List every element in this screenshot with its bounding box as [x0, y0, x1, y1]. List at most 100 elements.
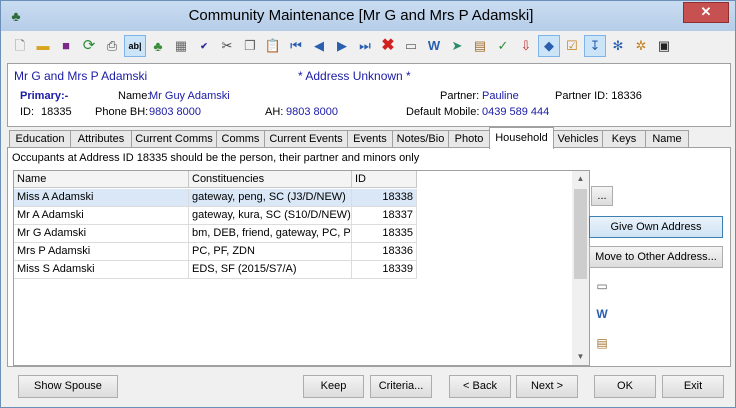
card-icon[interactable]: ▭: [400, 35, 422, 57]
next-button[interactable]: Next >: [516, 375, 578, 398]
table-row[interactable]: Mr A Adamski gateway, kura, SC (S10/D/NE…: [14, 207, 417, 225]
tab-name[interactable]: Name: [645, 130, 689, 148]
cell-constituencies: gateway, kura, SC (S10/D/NEW): [189, 207, 352, 225]
send-icon[interactable]: ➤: [446, 35, 468, 57]
people-icon[interactable]: ✲: [630, 35, 652, 57]
tab-current-events[interactable]: Current Events: [264, 130, 348, 148]
tab-notes-bio[interactable]: Notes/Bio: [392, 130, 449, 148]
cell-id: 18338: [352, 189, 417, 207]
name-label: Name:: [118, 90, 151, 102]
close-button[interactable]: ✕: [683, 2, 729, 23]
tree-icon[interactable]: ♣: [147, 35, 169, 57]
print-icon[interactable]: ⎙: [101, 35, 123, 57]
cut-icon[interactable]: ✂: [216, 35, 238, 57]
group-icon[interactable]: ✻: [607, 35, 629, 57]
show-spouse-button[interactable]: Show Spouse: [18, 375, 118, 398]
card-icon[interactable]: ▭: [594, 278, 610, 294]
cell-name: Miss A Adamski: [14, 189, 189, 207]
ah-value: 9803 8000: [286, 106, 338, 118]
column-header-id[interactable]: ID: [352, 171, 417, 188]
last-record-icon[interactable]: ⏭: [354, 35, 376, 57]
scroll-down-icon[interactable]: ▼: [572, 349, 589, 365]
phone-bh-value: 9803 8000: [149, 106, 201, 118]
give-own-address-button[interactable]: Give Own Address: [589, 216, 723, 238]
table-row[interactable]: Miss S Adamski EDS, SF (2015/S7/A) 18339: [14, 261, 417, 279]
primary-label: Primary:-: [20, 90, 69, 102]
tab-current-comms[interactable]: Current Comms: [131, 130, 217, 148]
word-icon[interactable]: W: [423, 35, 445, 57]
ellipsis-button[interactable]: ...: [591, 186, 613, 206]
toolbar: 🗋 ▬ ■ ⟳ ⎙ ab| ♣ ▦ ✔ ✂ ❐ 📋 ⏮ ◀ ▶ ⏭ ✖ ▭ W …: [5, 33, 731, 61]
move-to-other-address-button[interactable]: Move to Other Address...: [589, 246, 723, 268]
exit-icon[interactable]: ▣: [653, 35, 675, 57]
tab-attributes[interactable]: Attributes: [70, 130, 132, 148]
window-title: Community Maintenance [Mr G and Mrs P Ad…: [188, 7, 534, 24]
tag-icon[interactable]: ◆: [538, 35, 560, 57]
ah-label: AH:: [265, 106, 284, 118]
tab-vehicles[interactable]: Vehicles: [553, 130, 603, 148]
cell-id: 18337: [352, 207, 417, 225]
exit-button[interactable]: Exit: [662, 375, 724, 398]
cell-constituencies: EDS, SF (2015/S7/A): [189, 261, 352, 279]
cell-name: Mrs P Adamski: [14, 243, 189, 261]
checklist-icon[interactable]: ☑: [561, 35, 583, 57]
save-icon[interactable]: ■: [55, 35, 77, 57]
delete-icon[interactable]: ✖: [377, 35, 399, 57]
refresh-icon[interactable]: ⟳: [78, 35, 100, 57]
criteria-button[interactable]: Criteria...: [370, 375, 432, 398]
next-record-icon[interactable]: ▶: [331, 35, 353, 57]
copy-icon[interactable]: ❐: [239, 35, 261, 57]
calculator-icon[interactable]: ▦: [170, 35, 192, 57]
spell-check-icon[interactable]: ✔: [193, 35, 215, 57]
tab-household[interactable]: Household: [489, 127, 554, 149]
download-icon[interactable]: ⇩: [515, 35, 537, 57]
tab-photo[interactable]: Photo: [448, 130, 490, 148]
cell-id: 18336: [352, 243, 417, 261]
community-maintenance-window: ♣ Community Maintenance [Mr G and Mrs P …: [0, 0, 736, 408]
ok-button[interactable]: OK: [594, 375, 656, 398]
clipboard-icon[interactable]: ▤: [469, 35, 491, 57]
tab-education[interactable]: Education: [9, 130, 71, 148]
title-bar: ♣ Community Maintenance [Mr G and Mrs P …: [1, 1, 735, 31]
scroll-up-icon[interactable]: ▲: [572, 171, 589, 187]
cell-id: 18335: [352, 225, 417, 243]
text-field-icon[interactable]: ab|: [124, 35, 146, 57]
grid-vertical-scrollbar[interactable]: ▲ ▼: [572, 171, 589, 365]
tab-strip: Education Attributes Current Comms Comms…: [7, 127, 729, 149]
first-record-icon[interactable]: ⏮: [285, 35, 307, 57]
partner-value: Pauline: [482, 90, 519, 102]
cell-constituencies: PC, PF, ZDN: [189, 243, 352, 261]
new-icon[interactable]: 🗋: [9, 35, 31, 57]
column-header-constituencies[interactable]: Constituencies: [189, 171, 352, 188]
occupants-grid: Name Constituencies ID Miss A Adamski ga…: [13, 170, 590, 366]
partner-id: Partner ID: 18336: [555, 90, 642, 102]
table-row[interactable]: Mrs P Adamski PC, PF, ZDN 18336: [14, 243, 417, 261]
phone-bh-label: Phone BH:: [95, 106, 149, 118]
clipboard-icon[interactable]: ▤: [594, 335, 610, 351]
tab-keys[interactable]: Keys: [602, 130, 646, 148]
mobile-label: Default Mobile:: [406, 106, 480, 118]
cell-id: 18339: [352, 261, 417, 279]
approve-icon[interactable]: ✓: [492, 35, 514, 57]
partner-label: Partner:: [440, 90, 480, 102]
table-row[interactable]: Mr G Adamski bm, DEB, friend, gateway, P…: [14, 225, 417, 243]
back-button[interactable]: < Back: [449, 375, 511, 398]
open-folder-icon[interactable]: ▬: [32, 35, 54, 57]
occupants-info: Occupants at Address ID 18335 should be …: [12, 152, 420, 164]
paste-icon[interactable]: 📋: [262, 35, 284, 57]
tab-events[interactable]: Events: [347, 130, 393, 148]
name-value: Mr Guy Adamski: [149, 90, 230, 102]
cell-name: Miss S Adamski: [14, 261, 189, 279]
previous-record-icon[interactable]: ◀: [308, 35, 330, 57]
word-icon[interactable]: W: [594, 306, 610, 322]
household-panel: Occupants at Address ID 18335 should be …: [7, 147, 731, 367]
id-label: ID:: [20, 106, 35, 118]
scroll-thumb[interactable]: [574, 189, 587, 279]
keep-button[interactable]: Keep: [303, 375, 364, 398]
tab-comms[interactable]: Comms: [216, 130, 265, 148]
pin-icon[interactable]: ↧: [584, 35, 606, 57]
record-header: Mr G and Mrs P Adamski * Address Unknown…: [7, 63, 731, 127]
column-header-name[interactable]: Name: [14, 171, 189, 188]
table-row[interactable]: Miss A Adamski gateway, peng, SC (J3/D/N…: [14, 189, 417, 207]
cell-name: Mr A Adamski: [14, 207, 189, 225]
